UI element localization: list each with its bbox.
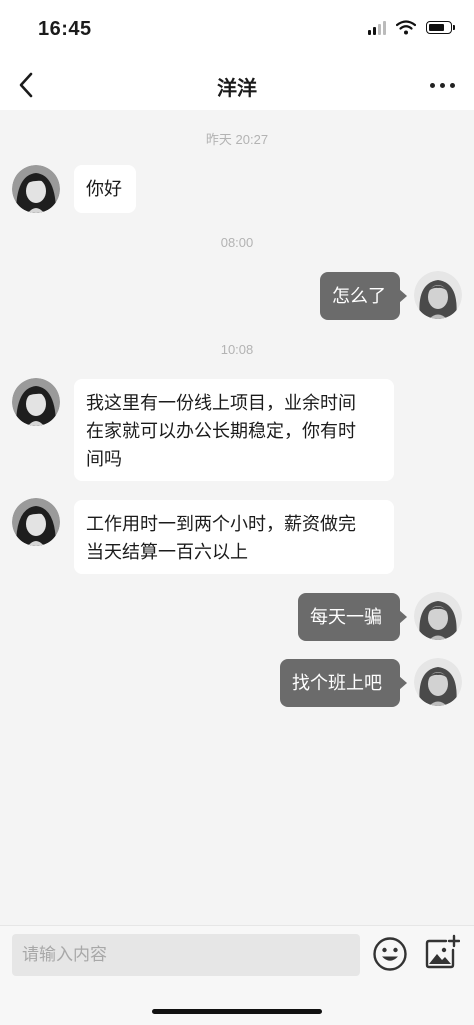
avatar-contact[interactable] xyxy=(12,498,60,546)
nav-bar: 洋洋 xyxy=(0,60,474,110)
timestamp: 10:08 xyxy=(220,342,254,357)
avatar-self[interactable] xyxy=(414,271,462,319)
chat-title: 洋洋 xyxy=(217,78,257,100)
input-bar xyxy=(0,925,474,1025)
avatar-contact[interactable] xyxy=(12,165,60,213)
message-bubble-outgoing[interactable]: 找个班上吧 xyxy=(280,659,407,707)
message-bubble-incoming[interactable]: 工作用时一到两个小时，薪资做完 当天结算一百六以上 xyxy=(74,500,394,574)
message-input[interactable] xyxy=(12,934,360,976)
home-indicator[interactable] xyxy=(152,1009,322,1014)
status-bar: 16:45 xyxy=(0,0,474,60)
battery-icon xyxy=(426,21,455,34)
image-add-button[interactable] xyxy=(424,934,461,970)
emoji-icon xyxy=(373,937,407,971)
more-button[interactable] xyxy=(422,68,462,102)
message-bubble-incoming[interactable]: 你好 xyxy=(74,165,136,213)
status-icons xyxy=(368,20,455,35)
message-bubble-incoming[interactable]: 我这里有一份线上项目，业余时间 在家就可以办公长期稳定，你有时 间吗 xyxy=(74,379,394,481)
wifi-icon xyxy=(396,20,416,35)
message-bubble-outgoing[interactable]: 怎么了 xyxy=(320,272,407,320)
avatar-self[interactable] xyxy=(414,592,462,640)
chat-area[interactable]: 昨天 20:27 你好 08:00 怎么了 10:08 我这里有一份线上项目，业… xyxy=(0,110,474,925)
message-bubble-outgoing[interactable]: 每天一骗 xyxy=(298,593,407,641)
more-dots-icon xyxy=(429,82,435,88)
emoji-button[interactable] xyxy=(372,936,408,972)
timestamp: 08:00 xyxy=(220,235,254,250)
signal-icon xyxy=(368,20,386,35)
avatar-contact[interactable] xyxy=(12,378,60,426)
avatar-self[interactable] xyxy=(414,658,462,706)
timestamp: 昨天 20:27 xyxy=(205,132,269,147)
image-add-icon xyxy=(425,934,461,969)
status-time: 16:45 xyxy=(38,18,92,40)
